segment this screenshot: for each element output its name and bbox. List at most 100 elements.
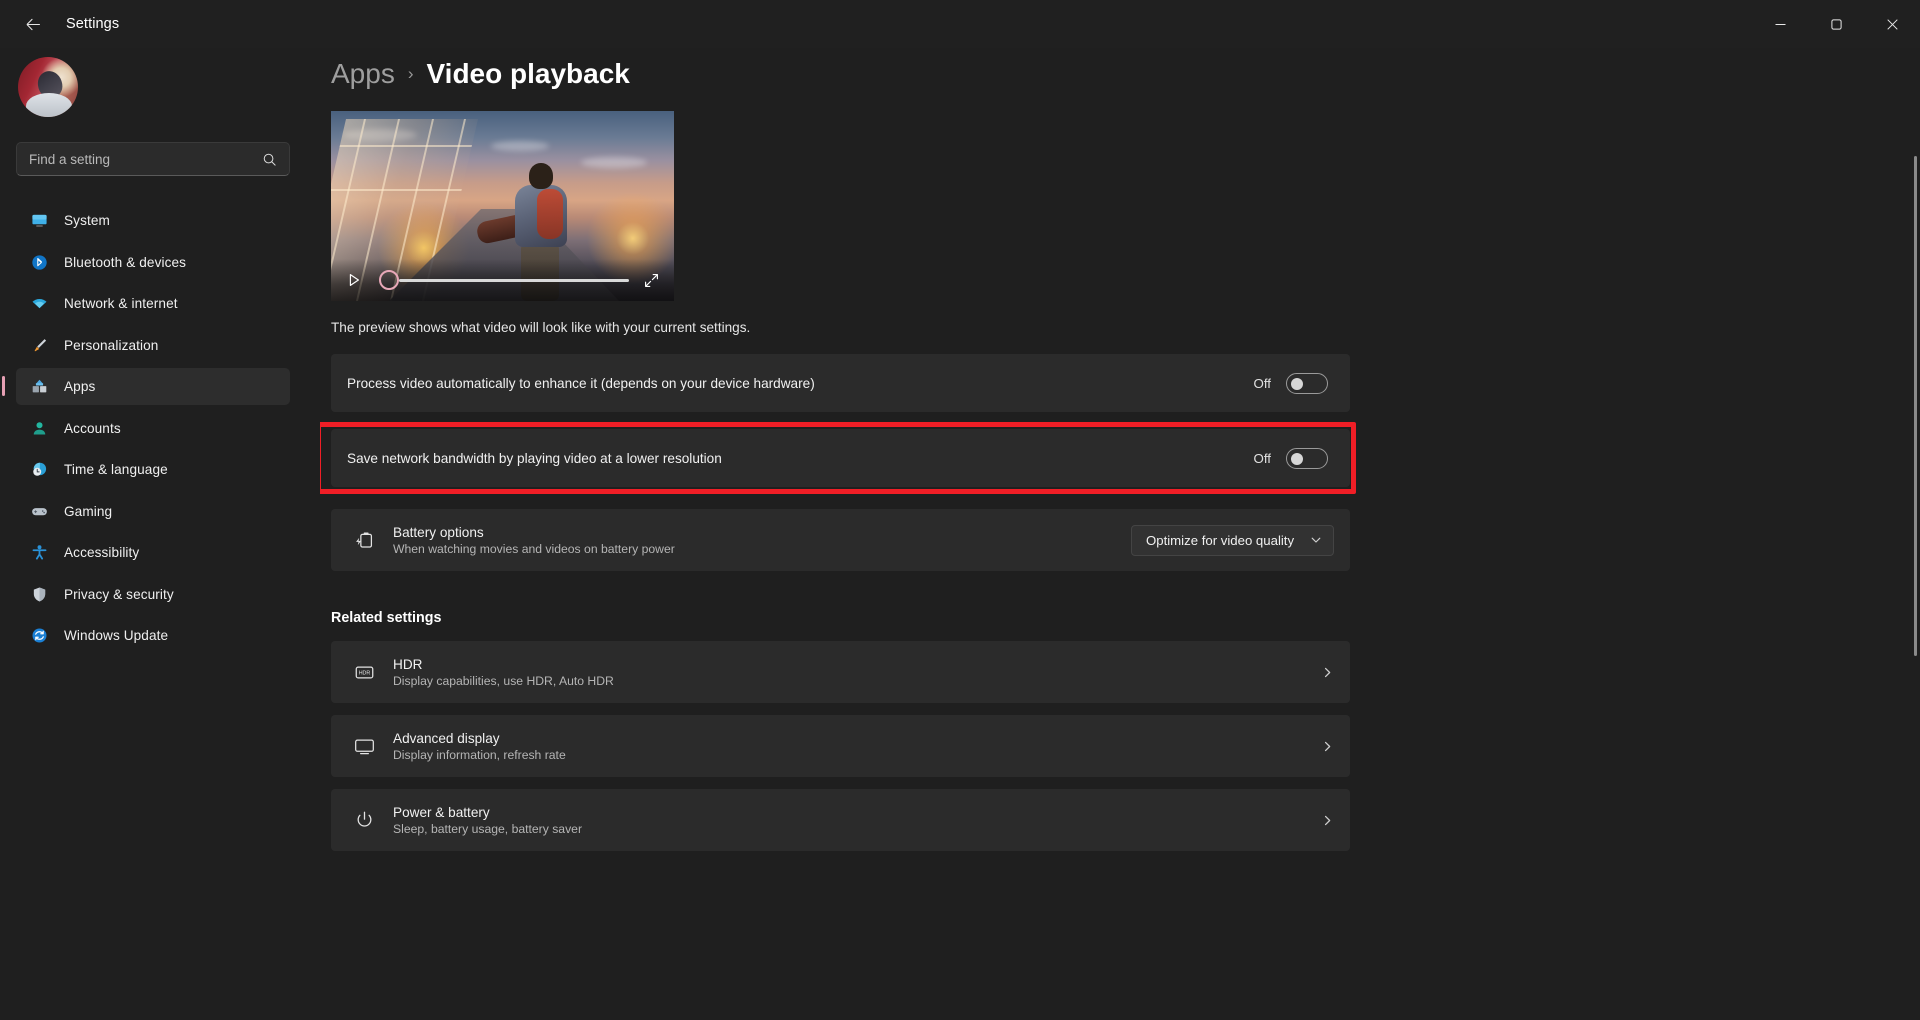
seek-slider[interactable] xyxy=(379,270,629,290)
account-icon xyxy=(30,419,48,437)
bluetooth-icon xyxy=(30,253,48,271)
chevron-right-icon[interactable] xyxy=(1321,740,1334,753)
sidebar-item-label: System xyxy=(64,213,110,228)
video-controls xyxy=(331,259,674,301)
back-arrow-icon xyxy=(26,18,40,30)
sidebar-item-windows-update[interactable]: Windows Update xyxy=(16,617,290,654)
power-battery-subtitle: Sleep, battery usage, battery saver xyxy=(393,821,583,836)
related-item-power-battery[interactable]: Power & battery Sleep, battery usage, ba… xyxy=(331,789,1350,851)
close-icon xyxy=(1886,18,1898,30)
sidebar-nav: System Bluetooth & devices Network & int… xyxy=(2,202,290,659)
scrollbar-thumb[interactable] xyxy=(1914,156,1917,656)
sidebar-item-label: Bluetooth & devices xyxy=(64,254,187,270)
play-icon[interactable] xyxy=(345,271,363,289)
battery-options-dropdown-value: Optimize for video quality xyxy=(1146,532,1295,548)
chevron-down-icon xyxy=(1310,534,1322,546)
sidebar-item-label: Gaming xyxy=(64,503,113,519)
fullscreen-icon[interactable] xyxy=(643,272,660,289)
main-content: Apps › Video playback The preview shows … xyxy=(320,48,1920,1020)
hdr-subtitle: Display capabilities, use HDR, Auto HDR xyxy=(393,673,614,688)
window-title: Settings xyxy=(66,16,120,32)
sidebar-item-label: Network & internet xyxy=(64,296,178,311)
toggle-knob xyxy=(1291,452,1303,465)
power-battery-text: Power & battery Sleep, battery usage, ba… xyxy=(393,805,582,836)
advanced-display-title: Advanced display xyxy=(393,730,500,746)
cloud-shape xyxy=(491,141,549,151)
title-bar: Settings xyxy=(0,0,1920,48)
advanced-display-text: Advanced display Display information, re… xyxy=(393,731,566,762)
sidebar-item-label: Windows Update xyxy=(64,628,169,643)
back-button[interactable] xyxy=(10,8,56,40)
paintbrush-icon xyxy=(30,336,48,354)
related-item-hdr[interactable]: HDR HDR Display capabilities, use HDR, A… xyxy=(331,641,1350,703)
save-bandwidth-toggle-zone: Off xyxy=(1254,447,1328,469)
save-bandwidth-toggle[interactable] xyxy=(1286,447,1328,469)
gamepad-icon xyxy=(30,502,48,520)
search-input[interactable] xyxy=(17,151,262,167)
svg-text:HDR: HDR xyxy=(358,670,370,676)
sidebar-item-system[interactable]: System xyxy=(16,202,290,239)
sidebar-item-accounts[interactable]: Accounts xyxy=(16,410,290,447)
cloud-shape xyxy=(581,157,647,168)
hdr-text: HDR Display capabilities, use HDR, Auto … xyxy=(393,657,614,688)
accessibility-icon xyxy=(30,544,48,562)
process-video-label: Process video automatically to enhance i… xyxy=(347,375,815,391)
save-bandwidth-label: Save network bandwidth by playing video … xyxy=(347,450,722,466)
minimize-button[interactable] xyxy=(1752,0,1808,48)
sidebar-item-label: Accounts xyxy=(64,420,121,436)
window-controls xyxy=(1752,0,1920,48)
avatar[interactable] xyxy=(18,57,78,117)
hdr-title: HDR xyxy=(393,656,423,672)
clock-icon xyxy=(30,461,48,479)
related-item-advanced-display[interactable]: Advanced display Display information, re… xyxy=(331,715,1350,777)
sidebar-item-bluetooth-devices[interactable]: Bluetooth & devices xyxy=(16,244,290,281)
seek-track xyxy=(399,278,629,282)
power-icon xyxy=(347,809,381,832)
hdr-icon: HDR xyxy=(347,661,381,684)
process-video-toggle[interactable] xyxy=(1286,372,1328,394)
related-settings-heading: Related settings xyxy=(331,610,442,626)
breadcrumb-separator: › xyxy=(407,64,414,83)
shield-icon xyxy=(30,585,48,603)
sidebar-item-network-internet[interactable]: Network & internet xyxy=(16,285,290,322)
sidebar-item-personalization[interactable]: Personalization xyxy=(16,327,290,364)
battery-options-dropdown[interactable]: Optimize for video quality xyxy=(1131,524,1334,556)
chevron-right-icon[interactable] xyxy=(1321,666,1334,679)
maximize-button[interactable] xyxy=(1808,0,1864,48)
apps-icon xyxy=(30,378,48,396)
save-bandwidth-row[interactable]: Save network bandwidth by playing video … xyxy=(331,429,1350,487)
avatar-collar xyxy=(26,93,72,117)
battery-icon xyxy=(347,529,381,552)
breadcrumb-parent[interactable]: Apps xyxy=(331,58,395,90)
battery-options-text: Battery options When watching movies and… xyxy=(393,525,675,556)
video-preview[interactable] xyxy=(331,111,674,301)
sidebar-item-label: Privacy & security xyxy=(64,586,174,602)
sidebar-item-label: Apps xyxy=(64,379,96,394)
chevron-right-icon[interactable] xyxy=(1321,814,1334,827)
sidebar: System Bluetooth & devices Network & int… xyxy=(0,48,320,1020)
preview-caption: The preview shows what video will look l… xyxy=(331,320,751,335)
sidebar-item-accessibility[interactable]: Accessibility xyxy=(16,534,290,571)
monitor-icon xyxy=(347,735,381,758)
process-video-row[interactable]: Process video automatically to enhance i… xyxy=(331,354,1350,412)
system-icon xyxy=(30,212,48,230)
sidebar-item-privacy-security[interactable]: Privacy & security xyxy=(16,576,290,613)
process-video-toggle-zone: Off xyxy=(1253,372,1328,394)
power-battery-title: Power & battery xyxy=(393,804,490,820)
sidebar-item-gaming[interactable]: Gaming xyxy=(16,493,290,530)
sidebar-item-label: Accessibility xyxy=(64,545,140,560)
toggle-knob xyxy=(1291,377,1303,390)
sidebar-item-apps[interactable]: Apps xyxy=(2,368,290,405)
sidebar-item-label: Personalization xyxy=(64,337,159,353)
maximize-icon xyxy=(1830,18,1842,30)
close-button[interactable] xyxy=(1864,0,1920,48)
battery-options-row[interactable]: Battery options When watching movies and… xyxy=(331,509,1350,571)
search-icon xyxy=(262,152,277,167)
minimize-icon xyxy=(1775,23,1785,25)
sidebar-item-time-language[interactable]: Time & language xyxy=(16,451,290,488)
seek-thumb[interactable] xyxy=(379,270,399,290)
sidebar-item-label: Time & language xyxy=(64,462,168,477)
search-box[interactable] xyxy=(16,142,290,176)
process-video-state: Off xyxy=(1253,375,1272,391)
page-title: Video playback xyxy=(426,58,630,89)
